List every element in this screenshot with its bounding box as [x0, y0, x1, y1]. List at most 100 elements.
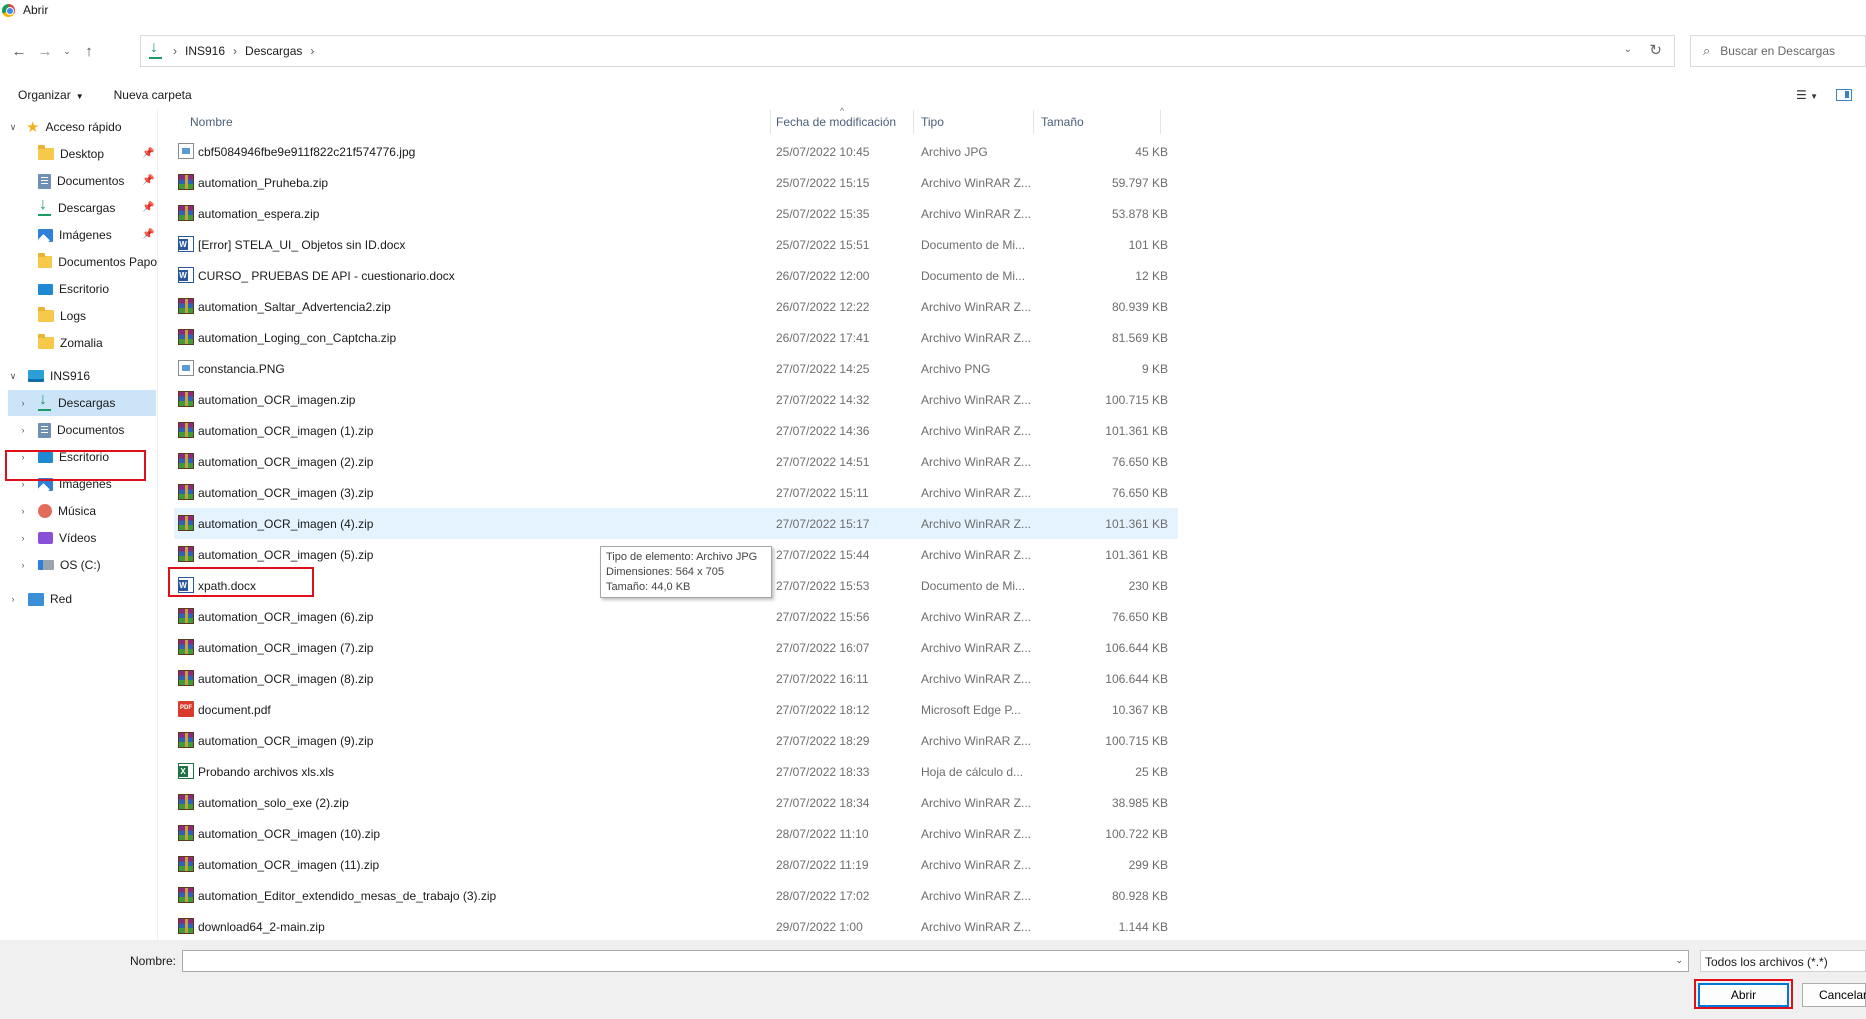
recent-dropdown-icon[interactable]: ⌄ [58, 38, 76, 64]
file-row[interactable]: automation_espera.zip 25/07/2022 15:35 Arc… [174, 198, 1178, 229]
column-header-date[interactable]: Fecha de modificación [776, 110, 916, 134]
pin-icon[interactable]: 📌 [142, 202, 154, 213]
file-type: Archivo WinRAR Z... [921, 795, 1032, 810]
file-row[interactable]: automation_Loging_con_Captcha.zip 26/07/2… [174, 322, 1178, 353]
file-type-select[interactable]: Todos los archivos (*.*) [1700, 950, 1866, 972]
file-row[interactable]: automation_OCR_imagen (9).zip 27/07/2022 … [174, 725, 1178, 756]
sidebar-item-documentos-papo[interactable]: Documentos Papo [38, 249, 157, 275]
chevron-right-icon[interactable]: › [6, 594, 20, 604]
file-row[interactable]: automation_OCR_imagen (7).zip 27/07/2022 … [174, 632, 1178, 663]
column-header-name[interactable]: Nombre [190, 110, 660, 134]
sidebar-item-musica[interactable]: › Música [8, 498, 156, 524]
open-button[interactable]: Abrir [1698, 983, 1789, 1007]
file-type: Archivo WinRAR Z... [921, 392, 1032, 407]
chevron-right-icon[interactable]: › [16, 425, 30, 435]
pin-icon[interactable]: 📌 [142, 175, 154, 186]
sidebar-item-ins916[interactable]: ∨ INS916 [6, 363, 156, 389]
disk-icon [38, 560, 54, 570]
column-header-type[interactable]: Tipo [921, 110, 1031, 134]
cancel-button[interactable]: Cancelar [1802, 983, 1866, 1007]
file-date: 27/07/2022 18:34 [776, 795, 870, 810]
file-row[interactable]: automation_OCR_imagen (2).zip 27/07/2022 … [174, 446, 1178, 477]
column-divider[interactable] [913, 110, 914, 134]
chevron-right-icon[interactable]: › [16, 560, 30, 570]
file-row[interactable]: download64_2-main.zip 29/07/2022 1:00 Arch… [174, 911, 1178, 942]
new-folder-button[interactable]: Nueva carpeta [114, 88, 192, 102]
file-size: 76.650 KB [1111, 454, 1168, 469]
sidebar-item-escritorio-pc[interactable]: › Escritorio [8, 444, 156, 470]
file-row[interactable]: automation_OCR_imagen (6).zip 27/07/2022 … [174, 601, 1178, 632]
organize-button[interactable]: Organizar ▼ [18, 88, 84, 102]
chevron-down-icon[interactable]: ∨ [6, 371, 20, 382]
file-row[interactable]: cbf5084946fbe9e911f822c21f574776.jpg 25/0… [174, 136, 1178, 167]
column-header-size[interactable]: Tamaño [1041, 110, 1151, 134]
pin-icon[interactable]: 📌 [142, 148, 154, 159]
file-row[interactable]: automation_solo_exe (2).zip 27/07/2022 18… [174, 787, 1178, 818]
back-arrow-icon[interactable]: ← [6, 38, 32, 64]
filename-input[interactable]: ⌄ [182, 950, 1689, 972]
chevron-right-icon[interactable]: › [16, 452, 30, 462]
file-row[interactable]: automation_OCR_imagen (10).zip 28/07/2022… [174, 818, 1178, 849]
column-divider[interactable] [1160, 110, 1161, 134]
file-row[interactable]: automation_OCR_imagen (8).zip 27/07/2022 … [174, 663, 1178, 694]
forward-arrow-icon[interactable]: → [32, 38, 58, 64]
file-date: 28/07/2022 11:10 [776, 826, 869, 841]
file-size: 101.361 KB [1105, 547, 1168, 562]
file-date: 27/07/2022 15:53 [776, 578, 870, 593]
pin-icon[interactable]: 📌 [142, 229, 154, 240]
file-row[interactable]: Probando archivos xls.xls 27/07/2022 18:3… [174, 756, 1178, 787]
address-bar[interactable]: › INS916 › Descargas › ⌄ ↻ [140, 35, 1675, 67]
file-row[interactable]: automation_OCR_imagen (3).zip 27/07/2022 … [174, 477, 1178, 508]
file-name: automation_Pruheba.zip [198, 175, 329, 190]
sidebar-item-red[interactable]: › Red [6, 586, 156, 612]
word-document-icon [178, 267, 194, 283]
file-row[interactable]: automation_OCR_imagen (4).zip 27/07/2022 … [174, 508, 1178, 539]
preview-pane-icon[interactable] [1836, 89, 1852, 101]
file-row[interactable]: automation_Editor_extendido_mesas_de_tra… [174, 880, 1178, 911]
file-row[interactable]: automation_OCR_imagen (1).zip 27/07/2022 … [174, 415, 1178, 446]
chevron-down-icon[interactable]: ⌄ [1624, 44, 1632, 55]
sidebar-item-documentos[interactable]: Documentos [38, 168, 158, 194]
file-row[interactable]: constancia.PNG 27/07/2022 14:25 Archivo PN… [174, 353, 1178, 384]
filename-label: Nombre: [130, 954, 177, 968]
sidebar-item-imagenes-pc[interactable]: › Imágenes [8, 471, 156, 497]
sidebar-item-zomalia[interactable]: Zomalia [38, 330, 158, 356]
chevron-right-icon[interactable]: › [16, 533, 30, 543]
sidebar-item-descargas-quick[interactable]: Descargas [38, 195, 158, 221]
file-row[interactable]: automation_Saltar_Advertencia2.zip 26/07/… [174, 291, 1178, 322]
sidebar-item-os-c[interactable]: › OS (C:) [8, 552, 156, 578]
file-row[interactable]: document.pdf 27/07/2022 18:12 Microsoft Ed… [174, 694, 1178, 725]
sidebar-item-videos[interactable]: › Vídeos [8, 525, 156, 551]
chevron-right-icon[interactable]: › [16, 506, 30, 516]
sidebar-item-documentos-pc[interactable]: › Documentos [8, 417, 156, 443]
sidebar-item-quick-access[interactable]: ∨ ★ Acceso rápido [6, 114, 156, 140]
file-date: 27/07/2022 15:11 [776, 485, 869, 500]
image-file-icon [178, 360, 194, 376]
file-date: 27/07/2022 15:56 [776, 609, 870, 624]
file-row[interactable]: automation_Pruheba.zip 25/07/2022 15:15 Ar… [174, 167, 1178, 198]
sidebar-item-desktop[interactable]: Desktop [38, 141, 158, 167]
sidebar-item-escritorio-quick[interactable]: Escritorio [38, 276, 158, 302]
file-date: 27/07/2022 14:25 [776, 361, 870, 376]
file-row[interactable]: automation_OCR_imagen.zip 27/07/2022 14:3… [174, 384, 1178, 415]
chevron-right-icon[interactable]: › [16, 479, 30, 489]
file-date: 28/07/2022 17:02 [776, 888, 870, 903]
file-row[interactable]: [Error] STELA_UI_ Objetos sin ID.docx 25/… [174, 229, 1178, 260]
sidebar-item-descargas[interactable]: › Descargas [8, 390, 156, 416]
search-input[interactable]: ⌕ Buscar en Descargas [1690, 35, 1866, 67]
chevron-down-icon[interactable]: ∨ [6, 122, 20, 133]
view-list-icon[interactable]: ☰ ▼ [1796, 88, 1818, 102]
column-divider[interactable] [770, 110, 771, 134]
file-row[interactable]: automation_OCR_imagen (11).zip 28/07/2022… [174, 849, 1178, 880]
refresh-icon[interactable]: ↻ [1649, 41, 1662, 59]
chevron-right-icon[interactable]: › [16, 398, 30, 408]
up-arrow-icon[interactable]: ↑ [76, 38, 102, 64]
sidebar-item-imagenes-quick[interactable]: Imágenes [38, 222, 158, 248]
file-row[interactable]: CURSO_ PRUEBAS DE API - cuestionario.doc… [174, 260, 1178, 291]
column-divider[interactable] [1033, 110, 1034, 134]
file-name: download64_2-main.zip [198, 919, 325, 934]
breadcrumb-ins916[interactable]: INS916 [185, 44, 225, 58]
sidebar-item-logs[interactable]: Logs [38, 303, 158, 329]
breadcrumb-descargas[interactable]: Descargas [245, 44, 302, 58]
chevron-down-icon[interactable]: ⌄ [1675, 955, 1683, 966]
